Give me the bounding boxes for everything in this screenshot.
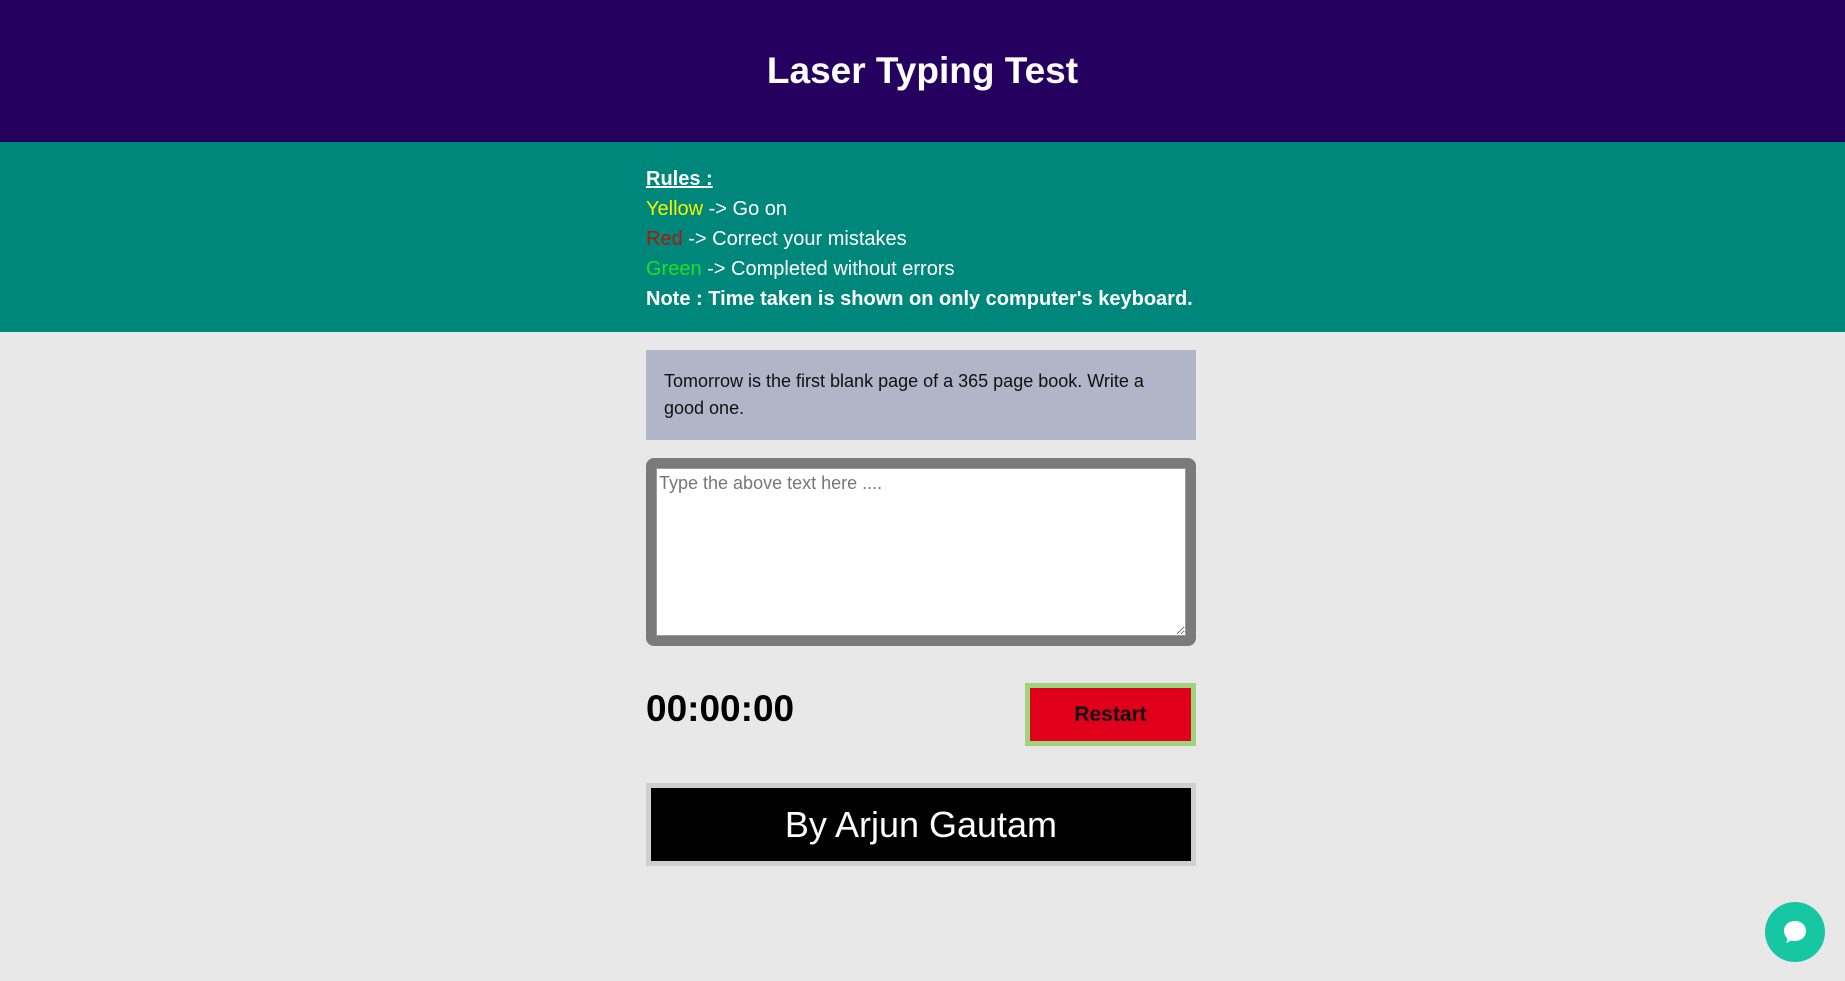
rule-description: -> Correct your mistakes: [682, 228, 907, 250]
rule-description: -> Completed without errors: [701, 258, 955, 280]
rule-yellow: Yellow -> Go on: [646, 194, 1193, 224]
rules-section: Rules : Yellow -> Go on Red -> Correct y…: [0, 142, 1845, 332]
rule-color-word: Yellow: [646, 198, 704, 220]
rule-description: -> Go on: [703, 198, 788, 220]
rule-red: Red -> Correct your mistakes: [646, 224, 1193, 254]
rule-color-word: Green: [646, 258, 702, 280]
rules-note: Note : Time taken is shown on only compu…: [646, 288, 1193, 310]
page-header: Laser Typing Test: [0, 0, 1845, 142]
rule-green: Green -> Completed without errors: [646, 254, 1193, 284]
restart-button[interactable]: Restart: [1025, 683, 1196, 746]
typing-area-frame: [646, 458, 1196, 646]
rule-color-word: Red: [646, 228, 683, 250]
chat-widget-button[interactable]: [1765, 902, 1825, 962]
page-title: Laser Typing Test: [766, 50, 1079, 91]
rules-list: Rules : Yellow -> Go on Red -> Correct y…: [646, 164, 1193, 314]
timer-display: 00:00:00: [646, 688, 795, 729]
author-credit-text: By Arjun Gautam: [784, 803, 1058, 845]
chat-bubble-icon: [1784, 921, 1806, 943]
author-credit: By Arjun Gautam: [646, 783, 1196, 866]
typing-input[interactable]: [656, 468, 1186, 636]
passage-text: Tomorrow is the first blank page of a 36…: [646, 350, 1196, 440]
rules-title: Rules :: [646, 168, 713, 190]
